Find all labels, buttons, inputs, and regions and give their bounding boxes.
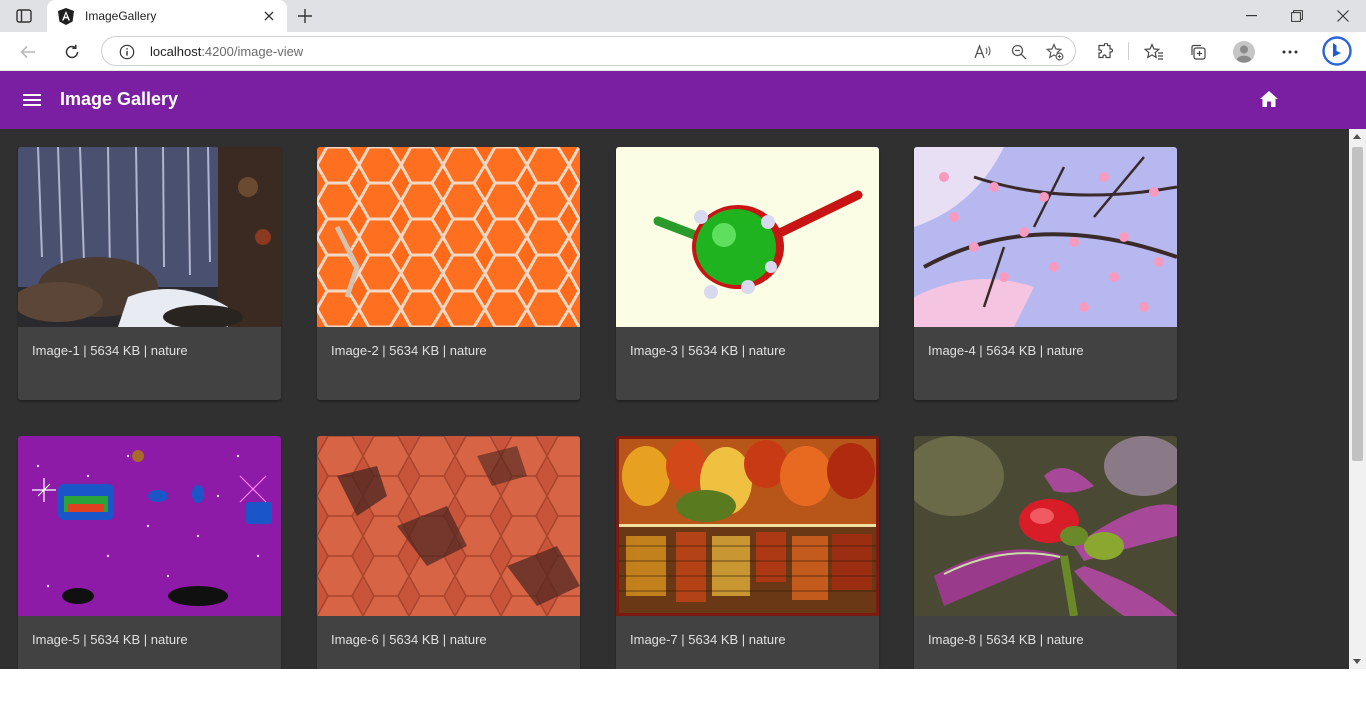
site-info-icon[interactable] [118, 43, 136, 61]
tab-title: ImageGallery [85, 9, 157, 23]
page-scrollbar[interactable] [1349, 129, 1366, 669]
browser-tab[interactable]: ImageGallery [47, 0, 287, 32]
browser-nav-bar: localhost:4200/image-view [0, 32, 1366, 71]
profile-avatar-icon[interactable] [1232, 40, 1256, 64]
image-card[interactable]: Image-2 | 5634 KB | nature [317, 147, 580, 400]
tab-close-icon[interactable] [261, 8, 277, 24]
refresh-icon[interactable] [58, 38, 86, 66]
image-card[interactable]: Image-3 | 5634 KB | nature [616, 147, 879, 400]
image-thumbnail[interactable] [317, 436, 580, 616]
address-bar[interactable]: localhost:4200/image-view [101, 36, 1076, 66]
app-title: Image Gallery [60, 89, 179, 109]
toolbar-separator [1128, 42, 1129, 60]
image-card[interactable]: Image-8 | 5634 KB | nature [914, 436, 1177, 669]
image-thumbnail[interactable] [18, 436, 281, 616]
url-host: localhost [150, 44, 202, 59]
scroll-down-arrow-icon[interactable] [1353, 659, 1361, 664]
scrollbar-thumb[interactable] [1352, 147, 1363, 461]
menu-icon[interactable] [18, 86, 46, 114]
url-text[interactable]: localhost:4200/image-view [150, 44, 303, 59]
scroll-up-arrow-icon[interactable] [1353, 134, 1361, 139]
image-card[interactable]: Image-1 | 5634 KB | nature [18, 147, 281, 400]
browser-tab-bar: ImageGallery [0, 0, 1366, 32]
restore-icon[interactable] [1274, 0, 1320, 32]
url-path: :4200/image-view [201, 44, 304, 59]
image-caption: Image-3 | 5634 KB | nature [630, 343, 786, 358]
image-thumbnail[interactable] [914, 147, 1177, 327]
image-card[interactable]: Image-6 | 5634 KB | nature [317, 436, 580, 669]
image-caption: Image-1 | 5634 KB | nature [32, 343, 188, 358]
new-tab-icon[interactable] [294, 6, 316, 26]
window-bottom-area [0, 669, 1366, 728]
collections-icon[interactable] [1186, 40, 1210, 64]
image-caption: Image-2 | 5634 KB | nature [331, 343, 487, 358]
image-thumbnail[interactable] [317, 147, 580, 327]
home-icon[interactable] [1256, 86, 1282, 112]
image-card[interactable]: Image-7 | 5634 KB | nature [616, 436, 879, 669]
angular-logo-icon [57, 7, 75, 25]
zoom-out-icon[interactable] [1008, 42, 1030, 62]
image-card[interactable]: Image-4 | 5634 KB | nature [914, 147, 1177, 400]
window-close-icon[interactable] [1320, 0, 1366, 32]
bing-copilot-icon[interactable] [1321, 35, 1353, 67]
extensions-icon[interactable] [1093, 40, 1117, 64]
image-thumbnail[interactable] [914, 436, 1177, 616]
image-card[interactable]: Image-5 | 5634 KB | nature [18, 436, 281, 669]
image-thumbnail[interactable] [616, 436, 879, 616]
image-thumbnail[interactable] [616, 147, 879, 327]
tab-actions-icon[interactable] [10, 6, 38, 26]
minimize-icon[interactable] [1228, 0, 1274, 32]
image-thumbnail[interactable] [18, 147, 281, 327]
image-caption: Image-8 | 5634 KB | nature [928, 632, 1084, 647]
back-icon[interactable] [14, 38, 42, 66]
read-aloud-icon[interactable] [972, 42, 994, 62]
app-toolbar: Image Gallery [0, 71, 1366, 129]
more-options-icon[interactable] [1278, 40, 1302, 64]
image-caption: Image-6 | 5634 KB | nature [331, 632, 487, 647]
favorites-icon[interactable] [1142, 40, 1166, 64]
image-caption: Image-4 | 5634 KB | nature [928, 343, 1084, 358]
image-caption: Image-7 | 5634 KB | nature [630, 632, 786, 647]
gallery-content: Image-1 | 5634 KB | nature Image-2 | 563… [0, 129, 1349, 669]
image-caption: Image-5 | 5634 KB | nature [32, 632, 188, 647]
add-favorite-icon[interactable] [1044, 42, 1066, 62]
